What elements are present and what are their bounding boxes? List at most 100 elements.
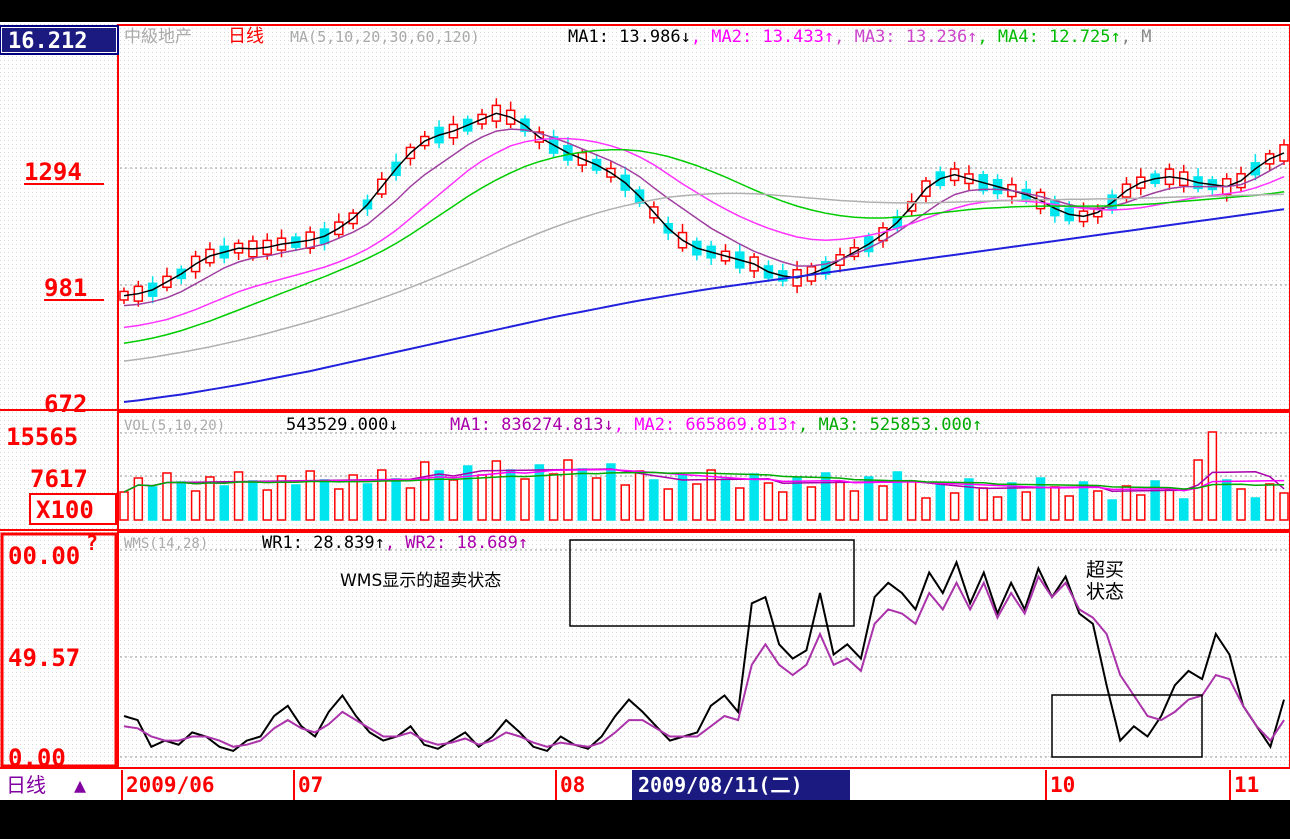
- wms-tick-2: 49.57: [8, 644, 80, 672]
- volume-bar: [1236, 488, 1246, 521]
- volume-bar: [505, 469, 516, 521]
- volume-bar: [1264, 483, 1275, 521]
- volume-bar: [778, 491, 788, 521]
- volume-bar: [219, 485, 229, 521]
- overbought-annotation-2: 状态: [1086, 581, 1124, 603]
- ma-params: MA(5,10,20,30,60,120): [290, 28, 480, 46]
- ma-readings: MA1: 13.986↓, MA2: 13.433↑, MA3: 13.236↑…: [568, 27, 1151, 47]
- volume-bar: [1221, 479, 1232, 521]
- volume-bar: [319, 479, 330, 521]
- volume-bar: [520, 478, 530, 521]
- volume-bar: [663, 488, 673, 521]
- wms-tick-3: 0.00: [8, 744, 66, 772]
- stock-name: 中級地产: [124, 27, 192, 47]
- date-label-nov: 11: [1234, 773, 1259, 797]
- reading-wr1: WR1: 28.839↑: [262, 533, 385, 553]
- volume-bar: [849, 490, 860, 521]
- volume-bar: [949, 492, 960, 521]
- volume-bar: [978, 487, 989, 521]
- volume-bar: [162, 472, 172, 521]
- reading-ma2: , MA2: 665869.813↑: [614, 415, 798, 435]
- volume-bar: [1107, 499, 1117, 521]
- volume-bar: [1193, 459, 1203, 521]
- volume-bar: [720, 478, 731, 521]
- volume-bar: [119, 491, 129, 521]
- volume-bar: [291, 484, 301, 521]
- footer-period-label[interactable]: 日线: [6, 773, 46, 797]
- stock-chart-svg: 16.212 中級地产 日线 MA(5,10,20,30,60,120) MA1…: [0, 22, 1290, 800]
- reading-ma3: , MA3: 13.236↑: [834, 27, 977, 47]
- volume-bar: [735, 487, 745, 521]
- volume-bar: [477, 474, 487, 521]
- period-label: 日线: [228, 26, 264, 47]
- footer-period-arrow[interactable]: ▲: [74, 773, 86, 797]
- volume-bar: [419, 461, 430, 521]
- volume-bar: [1179, 498, 1189, 521]
- volume-bar: [147, 486, 158, 521]
- volume-params: VOL(5,10,20): [124, 418, 225, 434]
- wms-marker: ?: [86, 531, 98, 555]
- volume-bar: [992, 496, 1003, 521]
- volume-bar: [892, 471, 903, 521]
- reading-ma1: MA1: 836274.813↓: [450, 415, 614, 435]
- volume-bar: [434, 470, 444, 521]
- volume-bar: [448, 479, 459, 521]
- volume-bar: [534, 464, 545, 521]
- volume-bar: [921, 497, 931, 521]
- volume-bar: [1279, 492, 1289, 521]
- cursor-date: 2009/08/11(二): [638, 773, 803, 797]
- volume-bar: [176, 481, 187, 521]
- volume-bar: [749, 473, 759, 521]
- price-tick-2: 981: [44, 274, 87, 302]
- volume-bar: [577, 468, 588, 521]
- volume-bar: [677, 474, 688, 521]
- volume-bar: [792, 477, 802, 521]
- wms-readings: WR1: 28.839↑, WR2: 18.689↑: [262, 533, 528, 553]
- volume-tick-2: 7617: [30, 465, 88, 493]
- date-label-oct: 10: [1050, 773, 1075, 797]
- volume-bar: [190, 490, 201, 521]
- volume-bar: [1064, 495, 1074, 521]
- oversold-annotation: WMS显示的超卖状态: [340, 571, 501, 591]
- volume-bar: [763, 482, 774, 521]
- volume-ma-readings: MA1: 836274.813↓, MA2: 665869.813↑, MA3:…: [450, 415, 982, 435]
- volume-bar: [305, 470, 315, 521]
- volume-bar: [649, 479, 659, 521]
- reading-m: , M: [1121, 27, 1152, 47]
- volume-bar: [1093, 490, 1103, 521]
- volume-bar: [620, 484, 630, 521]
- reading-ma1: MA1: 13.986↓: [568, 27, 691, 47]
- volume-bar: [878, 485, 888, 521]
- price-box-value: 16.212: [8, 29, 87, 54]
- reading-ma2: , MA2: 13.433↑: [691, 27, 834, 47]
- volume-bar: [1207, 431, 1218, 521]
- volume-bar: [706, 469, 716, 521]
- volume-bar: [334, 488, 344, 521]
- wms-tick-1: 00.00: [8, 542, 80, 570]
- volume-bar: [634, 470, 645, 521]
- volume-bar: [233, 471, 244, 521]
- volume-bar: [548, 473, 559, 521]
- date-label-jul: 07: [298, 773, 323, 797]
- volume-tick-1: 15565: [6, 423, 78, 451]
- volume-bar: [692, 483, 702, 521]
- volume-bar: [1250, 497, 1261, 521]
- overbought-annotation-1: 超买: [1086, 559, 1124, 581]
- date-label-aug: 08: [560, 773, 585, 797]
- volume-bar: [391, 478, 401, 521]
- volume-bar: [1136, 494, 1146, 521]
- volume-bar: [377, 469, 387, 521]
- volume-bar: [591, 477, 602, 521]
- volume-bar: [248, 480, 258, 521]
- date-label-jun: 2009/06: [126, 773, 215, 797]
- volume-bar: [806, 486, 817, 521]
- stock-chart-window: 16.212 中級地产 日线 MA(5,10,20,30,60,120) MA1…: [0, 0, 1290, 835]
- volume-bar: [362, 483, 373, 521]
- volume-bar: [835, 481, 845, 521]
- volume-bar: [935, 483, 946, 521]
- volume-bar: [1164, 489, 1175, 521]
- reading-ma3: , MA3: 525853.000↑: [798, 415, 982, 435]
- volume-value: 543529.000↓: [286, 415, 399, 435]
- reading-ma4: , MA4: 12.725↑: [977, 27, 1120, 47]
- volume-bar: [1021, 491, 1031, 521]
